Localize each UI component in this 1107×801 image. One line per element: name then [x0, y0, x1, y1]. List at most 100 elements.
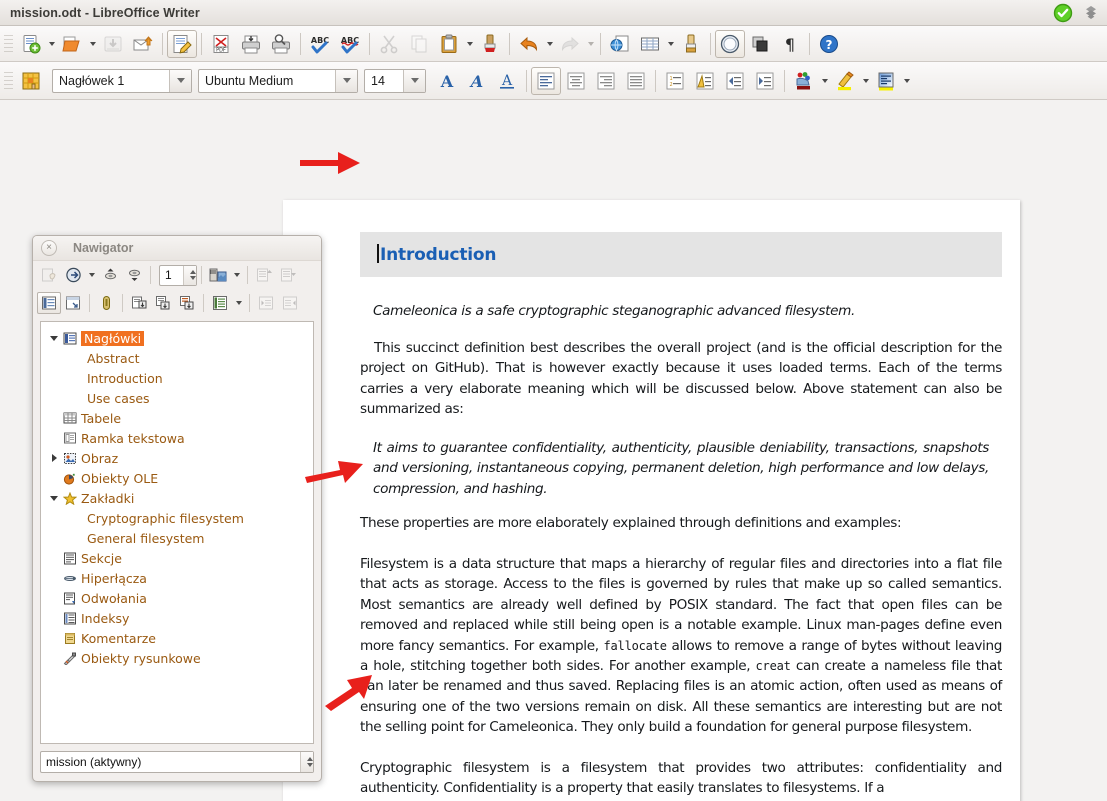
font-size-combo[interactable]: 14 — [364, 68, 426, 93]
paragraph-aims[interactable]: It aims to guarantee confidentiality, au… — [373, 438, 989, 499]
page-number-spin-buttons[interactable] — [183, 265, 196, 285]
toolbar-grip[interactable] — [4, 71, 13, 90]
font-color-dropdown[interactable] — [819, 67, 830, 95]
highlighting-color-button[interactable] — [830, 67, 860, 95]
open-document-button[interactable] — [57, 30, 87, 58]
tree-item-comments[interactable]: Komentarze — [41, 628, 313, 648]
tree-item-indexes[interactable]: Indeksy — [41, 608, 313, 628]
promote-level-icon[interactable] — [254, 292, 278, 314]
paragraph-style-combo[interactable]: Nagłówek 1 — [52, 68, 192, 93]
navigator-window[interactable]: × Nawigator 1 Nagłówki Abstract Introduc… — [32, 235, 322, 782]
heading-levels-icon[interactable] — [208, 292, 232, 314]
heading-levels-dropdown[interactable] — [232, 301, 245, 305]
paragraph-tagline[interactable]: Cameleonica is a safe cryptographic steg… — [373, 301, 989, 321]
insert-hyperlink-button[interactable] — [605, 30, 635, 58]
clone-formatting-button[interactable] — [475, 30, 505, 58]
font-color-button[interactable] — [789, 67, 819, 95]
tree-item-text-frame[interactable]: Ramka tekstowa — [41, 428, 313, 448]
navigation-dropdown[interactable] — [85, 273, 98, 277]
document-selector[interactable]: mission (aktywny) — [40, 751, 314, 773]
spelling-button[interactable]: ABC — [305, 30, 335, 58]
close-icon[interactable]: × — [41, 240, 57, 256]
underline-button[interactable]: A — [492, 67, 522, 95]
set-reminder-icon[interactable] — [61, 292, 85, 314]
font-name-dropdown[interactable] — [335, 69, 357, 92]
copy-button[interactable] — [404, 30, 434, 58]
bold-button[interactable]: A — [432, 67, 462, 95]
bullet-list-button[interactable] — [690, 67, 720, 95]
tree-item-ole-objects[interactable]: Obiekty OLE — [41, 468, 313, 488]
demote-level-icon[interactable] — [278, 292, 302, 314]
paragraph-filesystem[interactable]: Filesystem is a data structure that maps… — [360, 554, 1002, 738]
twisty-open-icon[interactable] — [47, 331, 61, 345]
dropbox-synced-icon[interactable] — [1053, 3, 1073, 23]
align-left-button[interactable] — [531, 66, 561, 95]
navigator-button[interactable] — [715, 29, 745, 58]
tree-item-introduction[interactable]: Introduction — [41, 368, 313, 388]
document-selector-spin-buttons[interactable] — [300, 752, 313, 772]
footnotes-icon[interactable] — [151, 292, 175, 314]
italic-button[interactable]: A — [462, 67, 492, 95]
highlighting-color-dropdown[interactable] — [860, 67, 871, 95]
tree-item-drawing-objects[interactable]: Obiekty rysunkowe — [41, 648, 313, 668]
paste-dropdown[interactable] — [464, 30, 475, 58]
increase-indent-button[interactable] — [750, 67, 780, 95]
dropbox-icon[interactable] — [1081, 3, 1101, 23]
document-heading-block[interactable]: Introduction — [360, 232, 1002, 277]
export-pdf-button[interactable]: PDF — [206, 30, 236, 58]
font-size-dropdown[interactable] — [403, 69, 425, 92]
document-page[interactable]: Introduction Cameleonica is a safe crypt… — [283, 200, 1020, 801]
tree-item-general-filesystem[interactable]: General filesystem — [41, 528, 313, 548]
tree-item-tables[interactable]: Tabele — [41, 408, 313, 428]
new-document-button[interactable] — [16, 30, 46, 58]
print-preview-button[interactable] — [266, 30, 296, 58]
reminder-icon[interactable] — [206, 264, 230, 286]
tree-item-hyperlinks[interactable]: Hiperłącza — [41, 568, 313, 588]
tree-item-cryptographic-filesystem[interactable]: Cryptographic filesystem — [41, 508, 313, 528]
tree-item-image[interactable]: Obraz — [41, 448, 313, 468]
paperclip-icon[interactable] — [94, 292, 118, 314]
paragraph-background-dropdown[interactable] — [901, 67, 912, 95]
toggle-master-view-icon[interactable] — [37, 264, 61, 286]
tree-item-headings[interactable]: Nagłówki — [41, 328, 313, 348]
twisty-open-icon[interactable] — [47, 491, 61, 505]
reminder-dropdown[interactable] — [230, 273, 243, 277]
insert-table-button[interactable] — [635, 30, 665, 58]
tree-item-abstract[interactable]: Abstract — [41, 348, 313, 368]
formatting-marks-button[interactable]: ¶ — [775, 30, 805, 58]
demote-chapter-icon[interactable] — [276, 264, 300, 286]
save-document-button[interactable] — [98, 30, 128, 58]
tree-item-references[interactable]: Odwołania — [41, 588, 313, 608]
paragraph-succinct[interactable]: This succinct definition best describes … — [360, 338, 1002, 420]
tree-item-sections[interactable]: Sekcje — [41, 548, 313, 568]
paragraph-background-button[interactable] — [871, 67, 901, 95]
navigator-content-tree[interactable]: Nagłówki Abstract Introduction Use cases… — [40, 321, 314, 744]
anchor-text-icon[interactable] — [127, 292, 151, 314]
redo-dropdown[interactable] — [585, 30, 596, 58]
navigation-compass-icon[interactable] — [61, 264, 85, 286]
page-number-spinner[interactable]: 1 — [159, 264, 197, 286]
tree-item-use-cases[interactable]: Use cases — [41, 388, 313, 408]
font-name-combo[interactable]: Ubuntu Medium — [198, 68, 358, 93]
edit-mode-button[interactable] — [167, 29, 197, 58]
decrease-indent-button[interactable] — [720, 67, 750, 95]
help-button[interactable]: ? — [814, 30, 844, 58]
align-justify-button[interactable] — [621, 67, 651, 95]
undo-button[interactable] — [514, 30, 544, 58]
insert-draw-functions-button[interactable] — [676, 30, 706, 58]
previous-item-icon[interactable] — [98, 264, 122, 286]
align-right-button[interactable] — [591, 67, 621, 95]
next-item-icon[interactable] — [122, 264, 146, 286]
ordered-list-button[interactable]: 12 — [660, 67, 690, 95]
apply-style-button[interactable] — [16, 67, 46, 95]
promote-chapter-icon[interactable] — [252, 264, 276, 286]
insert-table-dropdown[interactable] — [665, 30, 676, 58]
tree-item-bookmarks[interactable]: Zakładki — [41, 488, 313, 508]
redo-button[interactable] — [555, 30, 585, 58]
gallery-button[interactable] — [745, 30, 775, 58]
paragraph-crypto[interactable]: Cryptographic filesystem is a filesystem… — [360, 758, 1002, 799]
paste-button[interactable] — [434, 30, 464, 58]
align-center-button[interactable] — [561, 67, 591, 95]
open-document-dropdown[interactable] — [87, 30, 98, 58]
content-view-icon[interactable] — [37, 292, 61, 314]
